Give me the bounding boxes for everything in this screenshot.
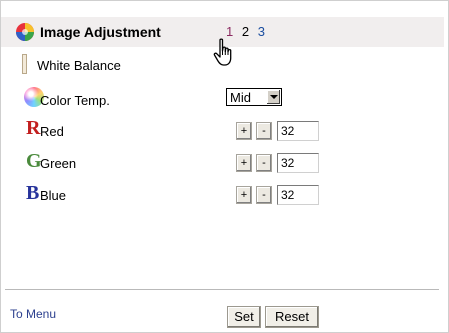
page-link-1[interactable]: 1: [226, 24, 233, 39]
blue-plus-button[interactable]: +: [236, 186, 252, 204]
page-link-2[interactable]: 2: [242, 24, 249, 39]
footer-divider: [5, 289, 439, 290]
green-value-input[interactable]: 32: [277, 153, 319, 173]
page-navigation: 1 2 3: [226, 24, 270, 39]
page-title: Image Adjustment: [40, 24, 161, 40]
green-label: Green: [40, 156, 77, 171]
red-plus-button[interactable]: +: [236, 122, 252, 140]
green-minus-button[interactable]: -: [256, 154, 272, 172]
red-letter-icon: R: [26, 117, 41, 139]
red-minus-button[interactable]: -: [256, 122, 272, 140]
color-temp-select[interactable]: Mid: [226, 88, 282, 106]
blue-value-input[interactable]: 32: [277, 185, 319, 205]
blue-minus-button[interactable]: -: [256, 186, 272, 204]
white-balance-label: White Balance: [37, 58, 121, 73]
reset-button[interactable]: Reset: [265, 306, 319, 328]
red-label: Red: [40, 124, 64, 139]
blue-label: Blue: [40, 188, 67, 203]
chevron-down-icon[interactable]: [266, 90, 280, 104]
to-menu-link[interactable]: To Menu: [10, 307, 56, 321]
green-plus-button[interactable]: +: [236, 154, 252, 172]
red-value-input[interactable]: 32: [277, 121, 319, 141]
set-button[interactable]: Set: [227, 306, 261, 328]
blue-letter-icon: B: [26, 182, 40, 204]
page-link-3[interactable]: 3: [258, 24, 265, 39]
color-palette-icon: [16, 23, 34, 41]
hand-pointer-icon: [213, 38, 232, 66]
color-temp-label: Color Temp.: [40, 93, 110, 108]
section-marker-icon: [22, 54, 27, 74]
color-temp-value: Mid: [230, 90, 251, 105]
